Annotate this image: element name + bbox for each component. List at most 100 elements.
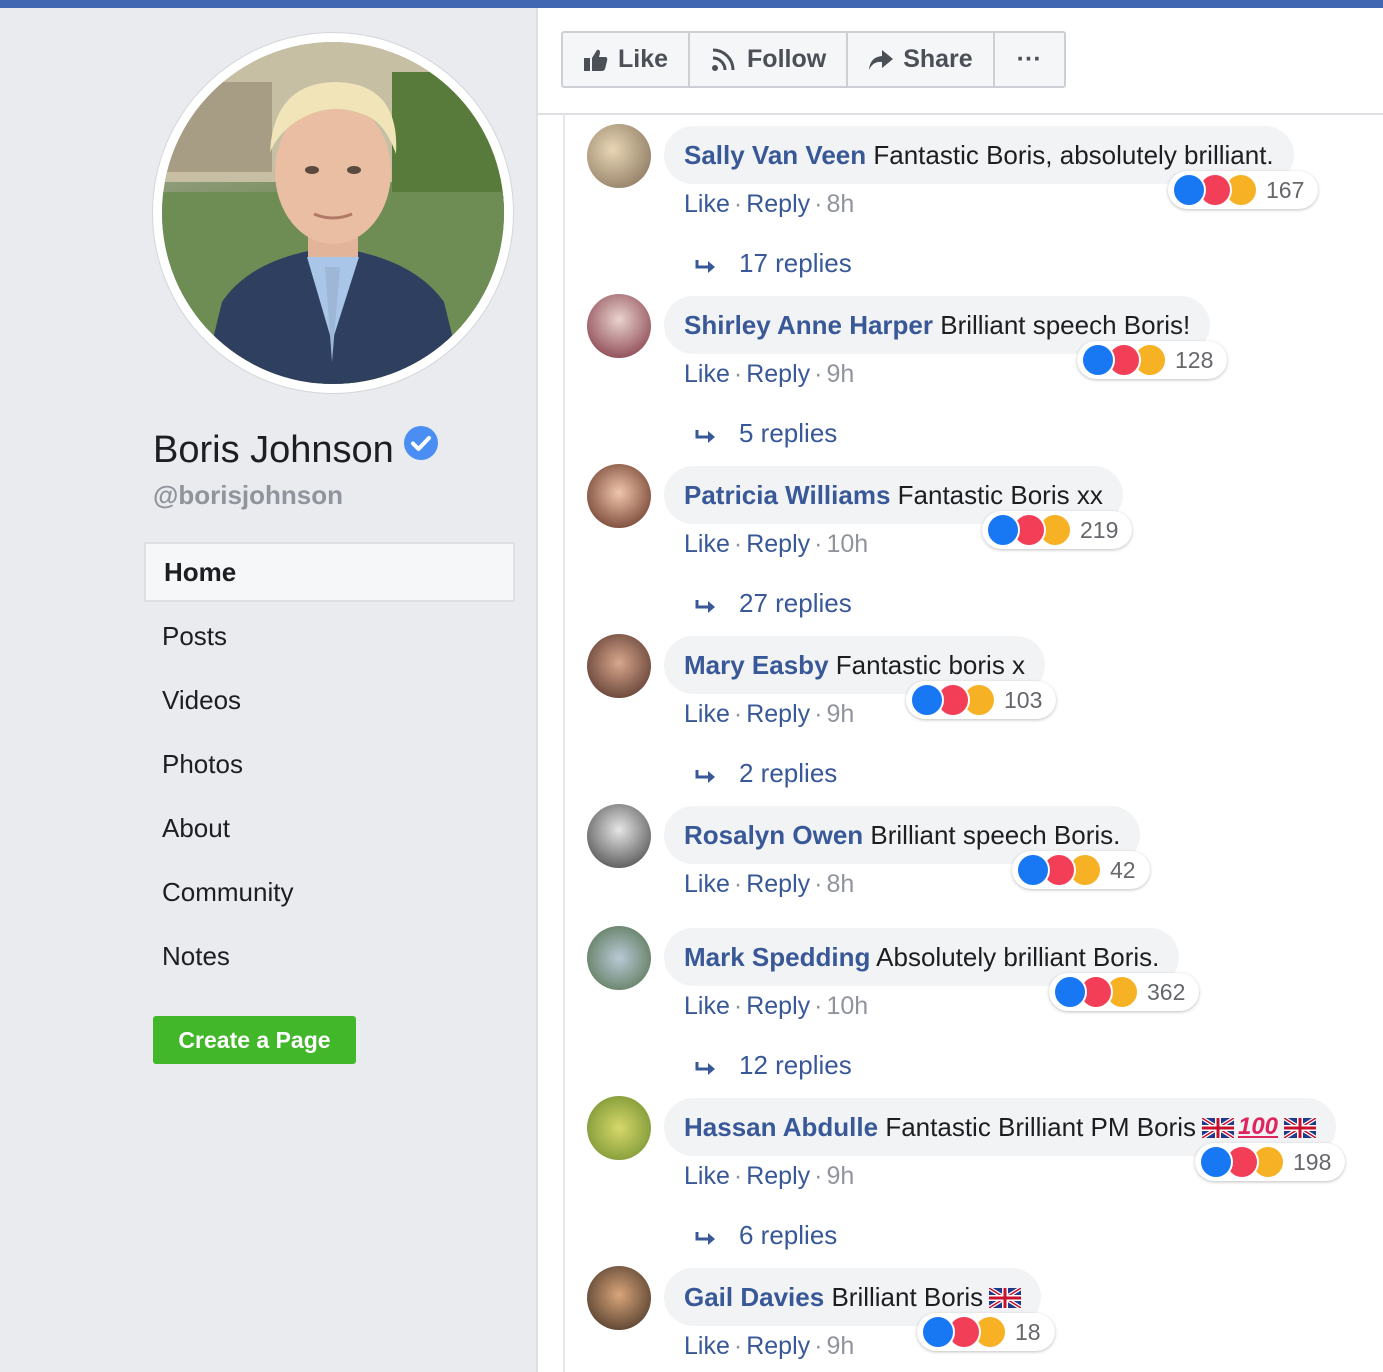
nav-item-community[interactable]: Community — [144, 862, 515, 926]
meta-separator: · — [814, 1332, 823, 1360]
reaction-count: 18 — [1015, 1318, 1041, 1345]
meta-separator: · — [814, 530, 823, 558]
view-replies-link[interactable]: 6 replies — [695, 1220, 837, 1251]
comment-author[interactable]: Patricia Williams — [684, 480, 890, 510]
meta-separator: · — [814, 360, 823, 388]
commenter-avatar[interactable] — [587, 464, 651, 528]
comment-reply-link[interactable]: Reply — [746, 530, 810, 558]
view-replies-link[interactable]: 2 replies — [695, 758, 837, 789]
verified-badge-icon — [403, 426, 438, 460]
comment-author[interactable]: Gail Davies — [684, 1282, 824, 1312]
reaction-summary[interactable]: 42 — [1012, 851, 1150, 889]
reaction-summary[interactable]: 18 — [917, 1313, 1055, 1351]
like-page-button[interactable]: Like — [563, 33, 691, 86]
commenter-avatar[interactable] — [587, 926, 651, 990]
comment-like-link[interactable]: Like — [684, 1332, 730, 1360]
meta-separator: · — [733, 870, 743, 898]
reaction-summary[interactable]: 128 — [1077, 341, 1228, 379]
comment-reply-link[interactable]: Reply — [746, 700, 810, 728]
uk-flag-icon — [1201, 1118, 1234, 1138]
nav-item-home[interactable]: Home — [144, 542, 515, 602]
like-reaction-icon — [910, 683, 944, 717]
nav-item-videos[interactable]: Videos — [144, 670, 515, 734]
commenter-avatar[interactable] — [587, 1266, 651, 1330]
replies-count: 6 replies — [739, 1220, 838, 1250]
comment-author[interactable]: Mary Easby — [684, 650, 829, 680]
reaction-count: 42 — [1110, 856, 1136, 883]
replies-count: 2 replies — [739, 758, 838, 788]
comment-reply-link[interactable]: Reply — [746, 190, 810, 218]
reply-arrow-icon — [695, 600, 715, 613]
view-replies-link[interactable]: 27 replies — [695, 588, 852, 619]
replies-count: 17 replies — [739, 248, 852, 278]
commenter-avatar[interactable] — [587, 804, 651, 868]
commenter-avatar[interactable] — [587, 294, 651, 358]
page-action-bar: Like Follow Share ··· — [538, 8, 1383, 115]
create-page-button[interactable]: Create a Page — [153, 1016, 356, 1064]
share-button[interactable]: Share — [848, 33, 995, 86]
comment-like-link[interactable]: Like — [684, 1162, 730, 1190]
comment-like-link[interactable]: Like — [684, 360, 730, 388]
follow-button[interactable]: Follow — [690, 33, 849, 86]
comment-author[interactable]: Shirley Anne Harper — [684, 310, 933, 340]
meta-separator: · — [733, 530, 743, 558]
like-reaction-icon — [1081, 343, 1115, 377]
comment-text: Brilliant speech Boris! — [940, 310, 1191, 340]
nav-item-posts[interactable]: Posts — [144, 606, 515, 670]
comment-time[interactable]: 9h — [826, 1162, 854, 1190]
nav-item-notes[interactable]: Notes — [144, 926, 515, 990]
comment-time[interactable]: 9h — [826, 700, 854, 728]
comment-reply-link[interactable]: Reply — [746, 870, 810, 898]
commenter-avatar[interactable] — [587, 1096, 651, 1160]
comment-time[interactable]: 10h — [826, 992, 868, 1020]
reaction-summary[interactable]: 362 — [1049, 973, 1200, 1011]
meta-separator: · — [814, 190, 823, 218]
comment-author[interactable]: Mark Spedding — [684, 942, 870, 972]
comment-author[interactable]: Hassan Abdulle — [684, 1112, 878, 1142]
comment-like-link[interactable]: Like — [684, 870, 730, 898]
comment-time[interactable]: 9h — [826, 360, 854, 388]
reply-arrow-icon — [695, 770, 715, 783]
thumbs-up-icon — [584, 49, 608, 71]
meta-separator: · — [814, 992, 823, 1020]
profile-picture-frame[interactable] — [153, 33, 513, 393]
nav-item-about[interactable]: About — [144, 798, 515, 862]
reaction-summary[interactable]: 103 — [906, 681, 1057, 719]
comment-reply-link[interactable]: Reply — [746, 1162, 810, 1190]
action-button-group: Like Follow Share ··· — [561, 31, 1066, 88]
top-blue-bar — [0, 0, 1383, 8]
reaction-summary[interactable]: 198 — [1195, 1143, 1346, 1181]
page-handle[interactable]: @borisjohnson — [153, 480, 343, 511]
comment-meta: Like · Reply · 9h — [684, 1332, 854, 1361]
comment-like-link[interactable]: Like — [684, 992, 730, 1020]
comment-author[interactable]: Rosalyn Owen — [684, 820, 863, 850]
comment-reply-link[interactable]: Reply — [746, 1332, 810, 1360]
comment-reply-link[interactable]: Reply — [746, 360, 810, 388]
more-options-button[interactable]: ··· — [995, 33, 1064, 86]
view-replies-link[interactable]: 5 replies — [695, 418, 837, 449]
view-replies-link[interactable]: 17 replies — [695, 248, 852, 279]
reaction-summary[interactable]: 219 — [982, 511, 1133, 549]
view-replies-link[interactable]: 12 replies — [695, 1050, 852, 1081]
reply-arrow-icon — [695, 1232, 715, 1245]
commenter-avatar[interactable] — [587, 634, 651, 698]
nav-item-photos[interactable]: Photos — [144, 734, 515, 798]
profile-picture[interactable] — [162, 42, 504, 384]
comment-reply-link[interactable]: Reply — [746, 992, 810, 1020]
meta-separator: · — [814, 870, 823, 898]
comment-author[interactable]: Sally Van Veen — [684, 140, 866, 170]
comment-time[interactable]: 10h — [826, 530, 868, 558]
reaction-count: 362 — [1147, 978, 1186, 1005]
comment-like-link[interactable]: Like — [684, 700, 730, 728]
comment-time[interactable]: 9h — [826, 1332, 854, 1360]
comment-time[interactable]: 8h — [826, 190, 854, 218]
comment-text: Fantastic boris x — [835, 650, 1026, 680]
like-page-label: Like — [618, 45, 669, 73]
comment-meta: Like · Reply · 9h — [684, 1162, 854, 1191]
comment-like-link[interactable]: Like — [684, 530, 730, 558]
commenter-avatar[interactable] — [587, 124, 651, 188]
reaction-summary[interactable]: 167 — [1168, 171, 1319, 209]
profile-portrait-illustration — [162, 42, 504, 384]
comment-time[interactable]: 8h — [826, 870, 854, 898]
comment-like-link[interactable]: Like — [684, 190, 730, 218]
